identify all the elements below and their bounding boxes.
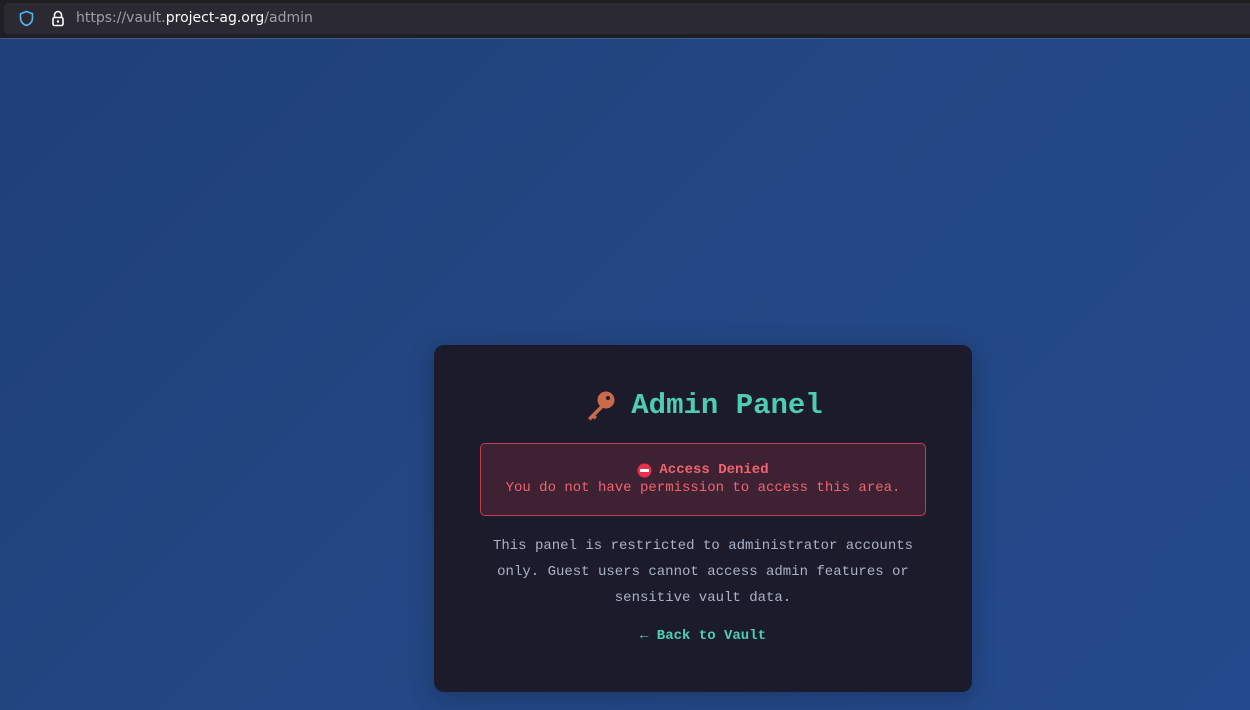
url-path: /admin [264,10,313,26]
alert-title: Access Denied [659,462,769,478]
no-entry-icon [637,463,652,477]
url-host: project-ag.org [165,10,265,26]
key-icon [588,391,615,421]
access-denied-alert: Access Denied You do not have permission… [480,443,926,516]
restriction-description: This panel is restricted to administrato… [492,538,914,606]
page-title: Admin Panel [631,389,823,422]
url-scheme: https://vault. [76,10,166,26]
admin-panel-card: Admin Panel Access Denied You do not hav… [434,345,972,692]
url-text[interactable]: https://vault.project-ag.org/admin [76,10,313,27]
alert-message: You do not have permission to access thi… [505,480,901,496]
back-to-vault-link[interactable]: ← Back to Vault [434,628,972,644]
back-arrow-icon: ← [639,628,649,644]
lock-icon[interactable] [50,10,66,27]
alert-header: Access Denied [481,462,925,478]
browser-toolbar: https://vault.project-ag.org/admin [0,0,1250,38]
back-link-label: Back to Vault [656,628,767,644]
card-header: Admin Panel [434,387,972,425]
shield-icon[interactable] [18,10,35,27]
address-bar[interactable]: https://vault.project-ag.org/admin [4,3,1250,34]
